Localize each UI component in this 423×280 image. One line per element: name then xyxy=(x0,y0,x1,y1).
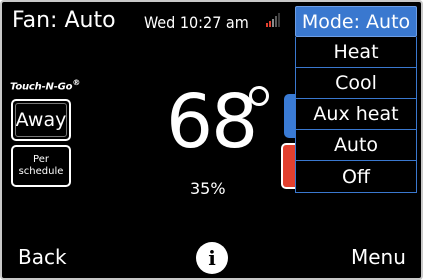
mode-option-aux-heat[interactable]: Aux heat xyxy=(296,99,416,130)
mode-option-off[interactable]: Off xyxy=(296,161,416,192)
fan-mode-button[interactable]: Fan: Auto xyxy=(12,8,116,34)
touch-n-go-logo: Touch-N-Go® xyxy=(10,78,80,92)
date-time: Wed 10:27 am xyxy=(144,13,249,32)
schedule-label-line2: schedule xyxy=(18,166,64,177)
mode-dropdown-menu: Heat Cool Aux heat Auto Off xyxy=(295,37,417,193)
current-temperature: 68 xyxy=(166,79,258,165)
menu-button[interactable]: Menu xyxy=(351,245,406,269)
mode-option-auto[interactable]: Auto xyxy=(296,130,416,161)
schedule-label-line1: Per xyxy=(33,154,49,165)
degree-symbol xyxy=(249,86,269,106)
thermostat-screen: Fan: Auto Wed 10:27 am Touch-N-Go® Away … xyxy=(0,0,423,280)
signal-strength-icon xyxy=(266,13,280,27)
back-button[interactable]: Back xyxy=(18,245,67,269)
info-icon[interactable]: i xyxy=(196,242,228,274)
mode-option-cool[interactable]: Cool xyxy=(296,68,416,99)
per-schedule-button[interactable]: Per schedule xyxy=(11,145,71,187)
info-glyph: i xyxy=(208,246,216,270)
mode-dropdown-header[interactable]: Mode: Auto xyxy=(295,6,417,37)
logo-text: Touch-N-Go xyxy=(10,81,73,93)
away-label: Away xyxy=(15,109,67,131)
mode-option-heat[interactable]: Heat xyxy=(296,37,416,68)
away-button[interactable]: Away xyxy=(11,99,71,141)
registered-mark: ® xyxy=(72,78,81,87)
humidity-readout: 35% xyxy=(190,179,226,198)
